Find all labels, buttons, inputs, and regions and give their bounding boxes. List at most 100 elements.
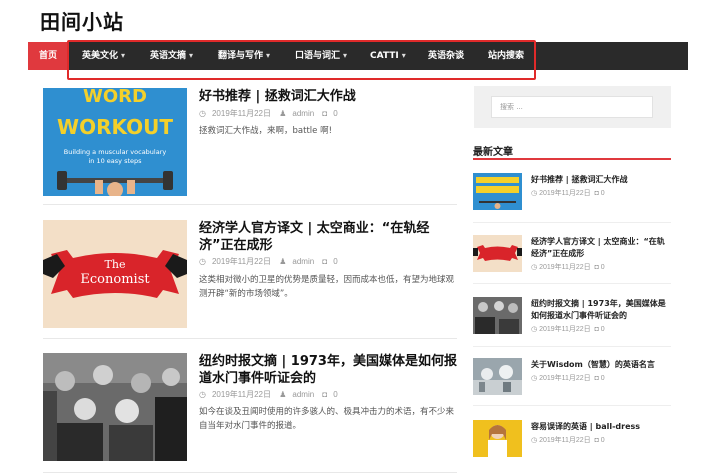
clock-icon: ◷ xyxy=(531,190,540,197)
sidebar-divider xyxy=(473,405,671,406)
post-date: 2019年11月22日 xyxy=(211,390,271,399)
recent-post-date: 2019年11月22日 xyxy=(539,437,591,444)
clock-icon: ◷ xyxy=(531,264,540,271)
recent-post-title[interactable]: 容易误译的英语 | ball-dress xyxy=(531,421,671,433)
nav-item-label: 首页 xyxy=(38,51,57,61)
recent-post-meta: ◷ 2019年11月22日 ◘ 0 xyxy=(531,262,605,272)
recent-post-date: 2019年11月22日 xyxy=(539,190,591,197)
recent-post-comments[interactable]: 0 xyxy=(601,375,605,382)
recent-post-comments[interactable]: 0 xyxy=(601,326,605,333)
post-author[interactable]: admin xyxy=(292,109,314,118)
nav-item-label: 英语杂谈 xyxy=(428,51,465,61)
comment-icon: ◘ xyxy=(322,257,328,266)
recent-post-date: 2019年11月22日 xyxy=(539,375,591,382)
post-item: 纽约时报文摘 | 1973年，美国媒体是如何报道水门事件听证会的 ◷ 2019年1… xyxy=(43,353,463,463)
post-title[interactable]: 纽约时报文摘 | 1973年，美国媒体是如何报道水门事件听证会的 xyxy=(199,353,461,387)
chevron-down-icon: ▾ xyxy=(266,51,271,60)
post-divider xyxy=(43,338,457,339)
post-comments[interactable]: 0 xyxy=(333,109,337,118)
recent-post-thumbnail[interactable] xyxy=(473,297,522,334)
sidebar-divider xyxy=(473,346,671,347)
recent-post-item: 关于Wisdom（智慧）的英语名言 ◷ 2019年11月22日 ◘ 0 xyxy=(473,358,673,398)
main-nav: 首页 英美文化 ▾ 英语文摘 ▾ 翻译与写作 ▾ 口语与词汇 ▾ CATTI ▾ 英语杂谈… xyxy=(28,42,688,70)
recent-post-meta: ◷ 2019年11月22日 ◘ 0 xyxy=(531,188,605,198)
recent-post-thumbnail[interactable] xyxy=(473,358,522,395)
post-thumbnail[interactable]: WORD WORKOUT Building a muscular vocabul… xyxy=(43,88,187,196)
heading-underline xyxy=(473,158,671,160)
post-thumbnail[interactable] xyxy=(43,353,187,461)
recent-post-title[interactable]: 经济学人官方译文 | 太空商业：“在轨经济”正在成形 xyxy=(531,236,671,260)
recent-post-thumbnail[interactable] xyxy=(473,235,522,272)
recent-post-title[interactable]: 关于Wisdom（智慧）的英语名言 xyxy=(531,359,671,371)
nav-item-label: 站内搜索 xyxy=(488,51,525,61)
post-meta: ◷ 2019年11月22日 ♟ admin ◘ 0 xyxy=(199,108,344,119)
nav-item-label: 口语与词汇 xyxy=(295,51,341,61)
sidebar-divider xyxy=(473,222,671,223)
nav-item-home[interactable]: 首页 xyxy=(28,42,68,70)
post-date: 2019年11月22日 xyxy=(211,257,271,266)
nav-item-speaking[interactable]: 口语与词汇 ▾ xyxy=(295,42,347,70)
thumb-text: WORD xyxy=(83,88,147,107)
clock-icon: ◷ xyxy=(199,257,206,266)
recent-post-item: 容易误译的英语 | ball-dress ◷ 2019年11月22日 ◘ 0 xyxy=(473,420,673,460)
recent-post-date: 2019年11月22日 xyxy=(539,326,591,333)
sidebar-divider xyxy=(473,283,671,284)
post-divider xyxy=(43,472,457,473)
nav-item-label: 翻译与写作 xyxy=(218,51,264,61)
recent-post-thumbnail[interactable] xyxy=(473,173,522,210)
thumb-text: The xyxy=(105,258,126,271)
nav-item-digest[interactable]: 英语文摘 ▾ xyxy=(150,42,193,70)
post-author[interactable]: admin xyxy=(292,390,314,399)
recent-post-meta: ◷ 2019年11月22日 ◘ 0 xyxy=(531,324,605,334)
sidebar-search-widget: 搜索 ... xyxy=(474,86,671,128)
nav-item-misc[interactable]: 英语杂谈 xyxy=(428,42,464,70)
recent-post-comments[interactable]: 0 xyxy=(601,437,605,444)
recent-post-item: 经济学人官方译文 | 太空商业：“在轨经济”正在成形 ◷ 2019年11月22日… xyxy=(473,235,673,275)
recent-post-comments[interactable]: 0 xyxy=(601,190,605,197)
nav-item-culture[interactable]: 英美文化 ▾ xyxy=(82,42,125,70)
recent-post-date: 2019年11月22日 xyxy=(539,264,591,271)
thumb-text: WORKOUT xyxy=(57,115,173,139)
post-excerpt: 这类相对微小的卫星的优势是质量轻，因而成本也低，有望为地球观测开辟“新的市场领域… xyxy=(199,275,455,299)
recent-post-title[interactable]: 纽约时报文摘 | 1973年，美国媒体是如何报道水门事件听证会的 xyxy=(531,298,671,322)
recent-post-comments[interactable]: 0 xyxy=(601,264,605,271)
post-comments[interactable]: 0 xyxy=(333,390,337,399)
nav-item-translation[interactable]: 翻译与写作 ▾ xyxy=(218,42,270,70)
nav-item-label: 英美文化 xyxy=(82,51,119,61)
post-author[interactable]: admin xyxy=(292,257,314,266)
chevron-down-icon: ▾ xyxy=(343,51,348,60)
clock-icon: ◷ xyxy=(531,375,540,382)
post-excerpt: 如今在谈及丑闻时使用的许多骇人的、极具冲击力的术语，有不少来自当年对水门事件的报… xyxy=(199,407,455,431)
recent-post-title[interactable]: 好书推荐 | 拯救词汇大作战 xyxy=(531,174,671,186)
recent-post-item: 好书推荐 | 拯救词汇大作战 ◷ 2019年11月22日 ◘ 0 xyxy=(473,173,673,213)
recent-post-meta: ◷ 2019年11月22日 ◘ 0 xyxy=(531,373,605,383)
user-icon: ♟ xyxy=(279,257,287,266)
post-meta: ◷ 2019年11月22日 ♟ admin ◘ 0 xyxy=(199,256,344,267)
post-item: WORD WORKOUT Building a muscular vocabul… xyxy=(43,88,463,198)
user-icon: ♟ xyxy=(279,109,287,118)
post-title[interactable]: 好书推荐 | 拯救词汇大作战 xyxy=(199,88,461,105)
recent-post-meta: ◷ 2019年11月22日 ◘ 0 xyxy=(531,435,605,445)
chevron-down-icon: ▾ xyxy=(121,51,126,60)
thumb-text: Building a muscular vocabulary xyxy=(64,148,167,156)
comment-icon: ◘ xyxy=(322,390,328,399)
chevron-down-icon: ▾ xyxy=(401,51,406,60)
nav-item-label: 英语文摘 xyxy=(150,51,187,61)
post-comments[interactable]: 0 xyxy=(333,257,337,266)
thumb-text: Economist xyxy=(80,272,150,287)
search-input[interactable]: 搜索 ... xyxy=(491,96,653,118)
site-header: 田间小站 xyxy=(0,0,720,42)
user-icon: ♟ xyxy=(279,390,287,399)
nav-item-catti[interactable]: CATTI ▾ xyxy=(370,42,406,70)
chevron-down-icon: ▾ xyxy=(189,51,194,60)
nav-item-search[interactable]: 站内搜索 xyxy=(488,42,524,70)
post-title[interactable]: 经济学人官方译文 | 太空商业：“在轨经济”正在成形 xyxy=(199,220,461,254)
site-title[interactable]: 田间小站 xyxy=(40,6,124,35)
clock-icon: ◷ xyxy=(199,390,206,399)
post-thumbnail[interactable]: The Economist xyxy=(43,220,187,328)
post-divider xyxy=(43,204,457,205)
recent-posts-heading: 最新文章 xyxy=(473,147,513,158)
post-meta: ◷ 2019年11月22日 ♟ admin ◘ 0 xyxy=(199,389,344,400)
recent-post-thumbnail[interactable] xyxy=(473,420,522,457)
clock-icon: ◷ xyxy=(531,326,540,333)
